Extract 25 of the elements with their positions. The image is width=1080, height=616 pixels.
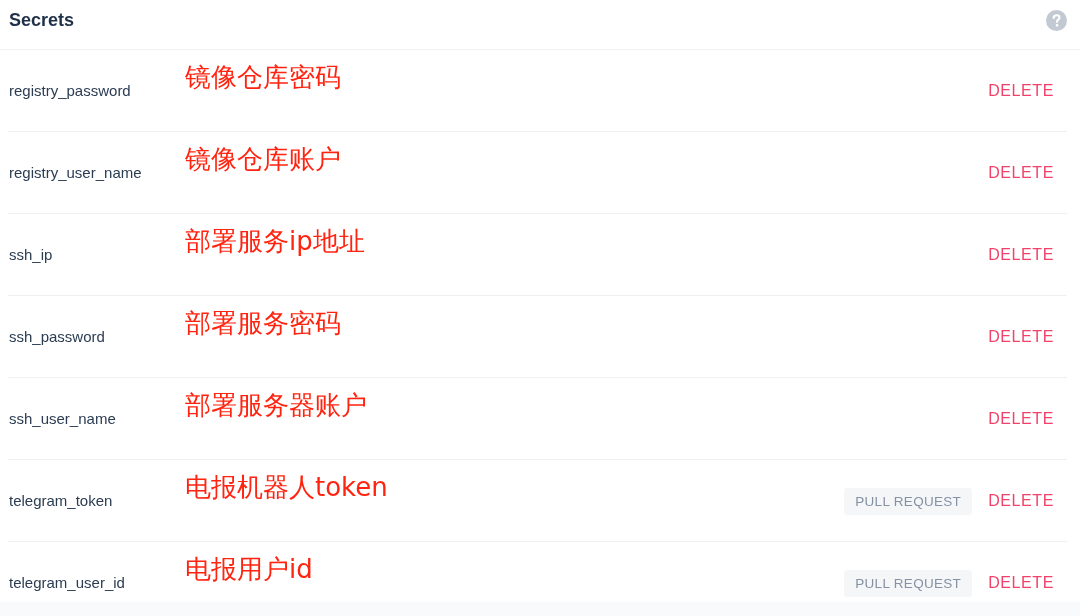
- delete-button[interactable]: DELETE: [988, 407, 1054, 430]
- handwritten-annotation: 部署服务器账户: [185, 389, 367, 422]
- handwritten-annotation: 部署服务ip地址: [185, 225, 365, 258]
- handwritten-annotation: 镜像仓库密码: [185, 61, 341, 94]
- secret-name: ssh_password: [9, 328, 106, 345]
- handwritten-annotation: 镜像仓库账户: [185, 143, 341, 176]
- secret-name: telegram_token: [9, 492, 114, 509]
- delete-button[interactable]: DELETE: [988, 571, 1054, 594]
- delete-button[interactable]: DELETE: [988, 325, 1054, 348]
- pull-request-badge: PULL REQUEST: [844, 570, 973, 597]
- handwritten-annotation: 电报用户id: [185, 553, 313, 586]
- delete-button[interactable]: DELETE: [988, 79, 1054, 102]
- panel-title: Secrets: [9, 10, 75, 31]
- delete-button[interactable]: DELETE: [988, 489, 1054, 512]
- secret-name: ssh_ip: [9, 246, 54, 263]
- pull-request-badge: PULL REQUEST: [844, 488, 973, 515]
- secret-name: telegram_user_id: [9, 574, 126, 591]
- handwritten-annotation: 部署服务密码: [185, 307, 341, 340]
- secret-name: registry_user_name: [9, 164, 143, 181]
- delete-button[interactable]: DELETE: [988, 243, 1054, 266]
- handwritten-annotation: 电报机器人token: [185, 471, 388, 504]
- secret-name: registry_password: [9, 82, 132, 99]
- help-icon[interactable]: [1046, 10, 1067, 31]
- secret-name: ssh_user_name: [9, 410, 117, 427]
- delete-button[interactable]: DELETE: [988, 161, 1054, 184]
